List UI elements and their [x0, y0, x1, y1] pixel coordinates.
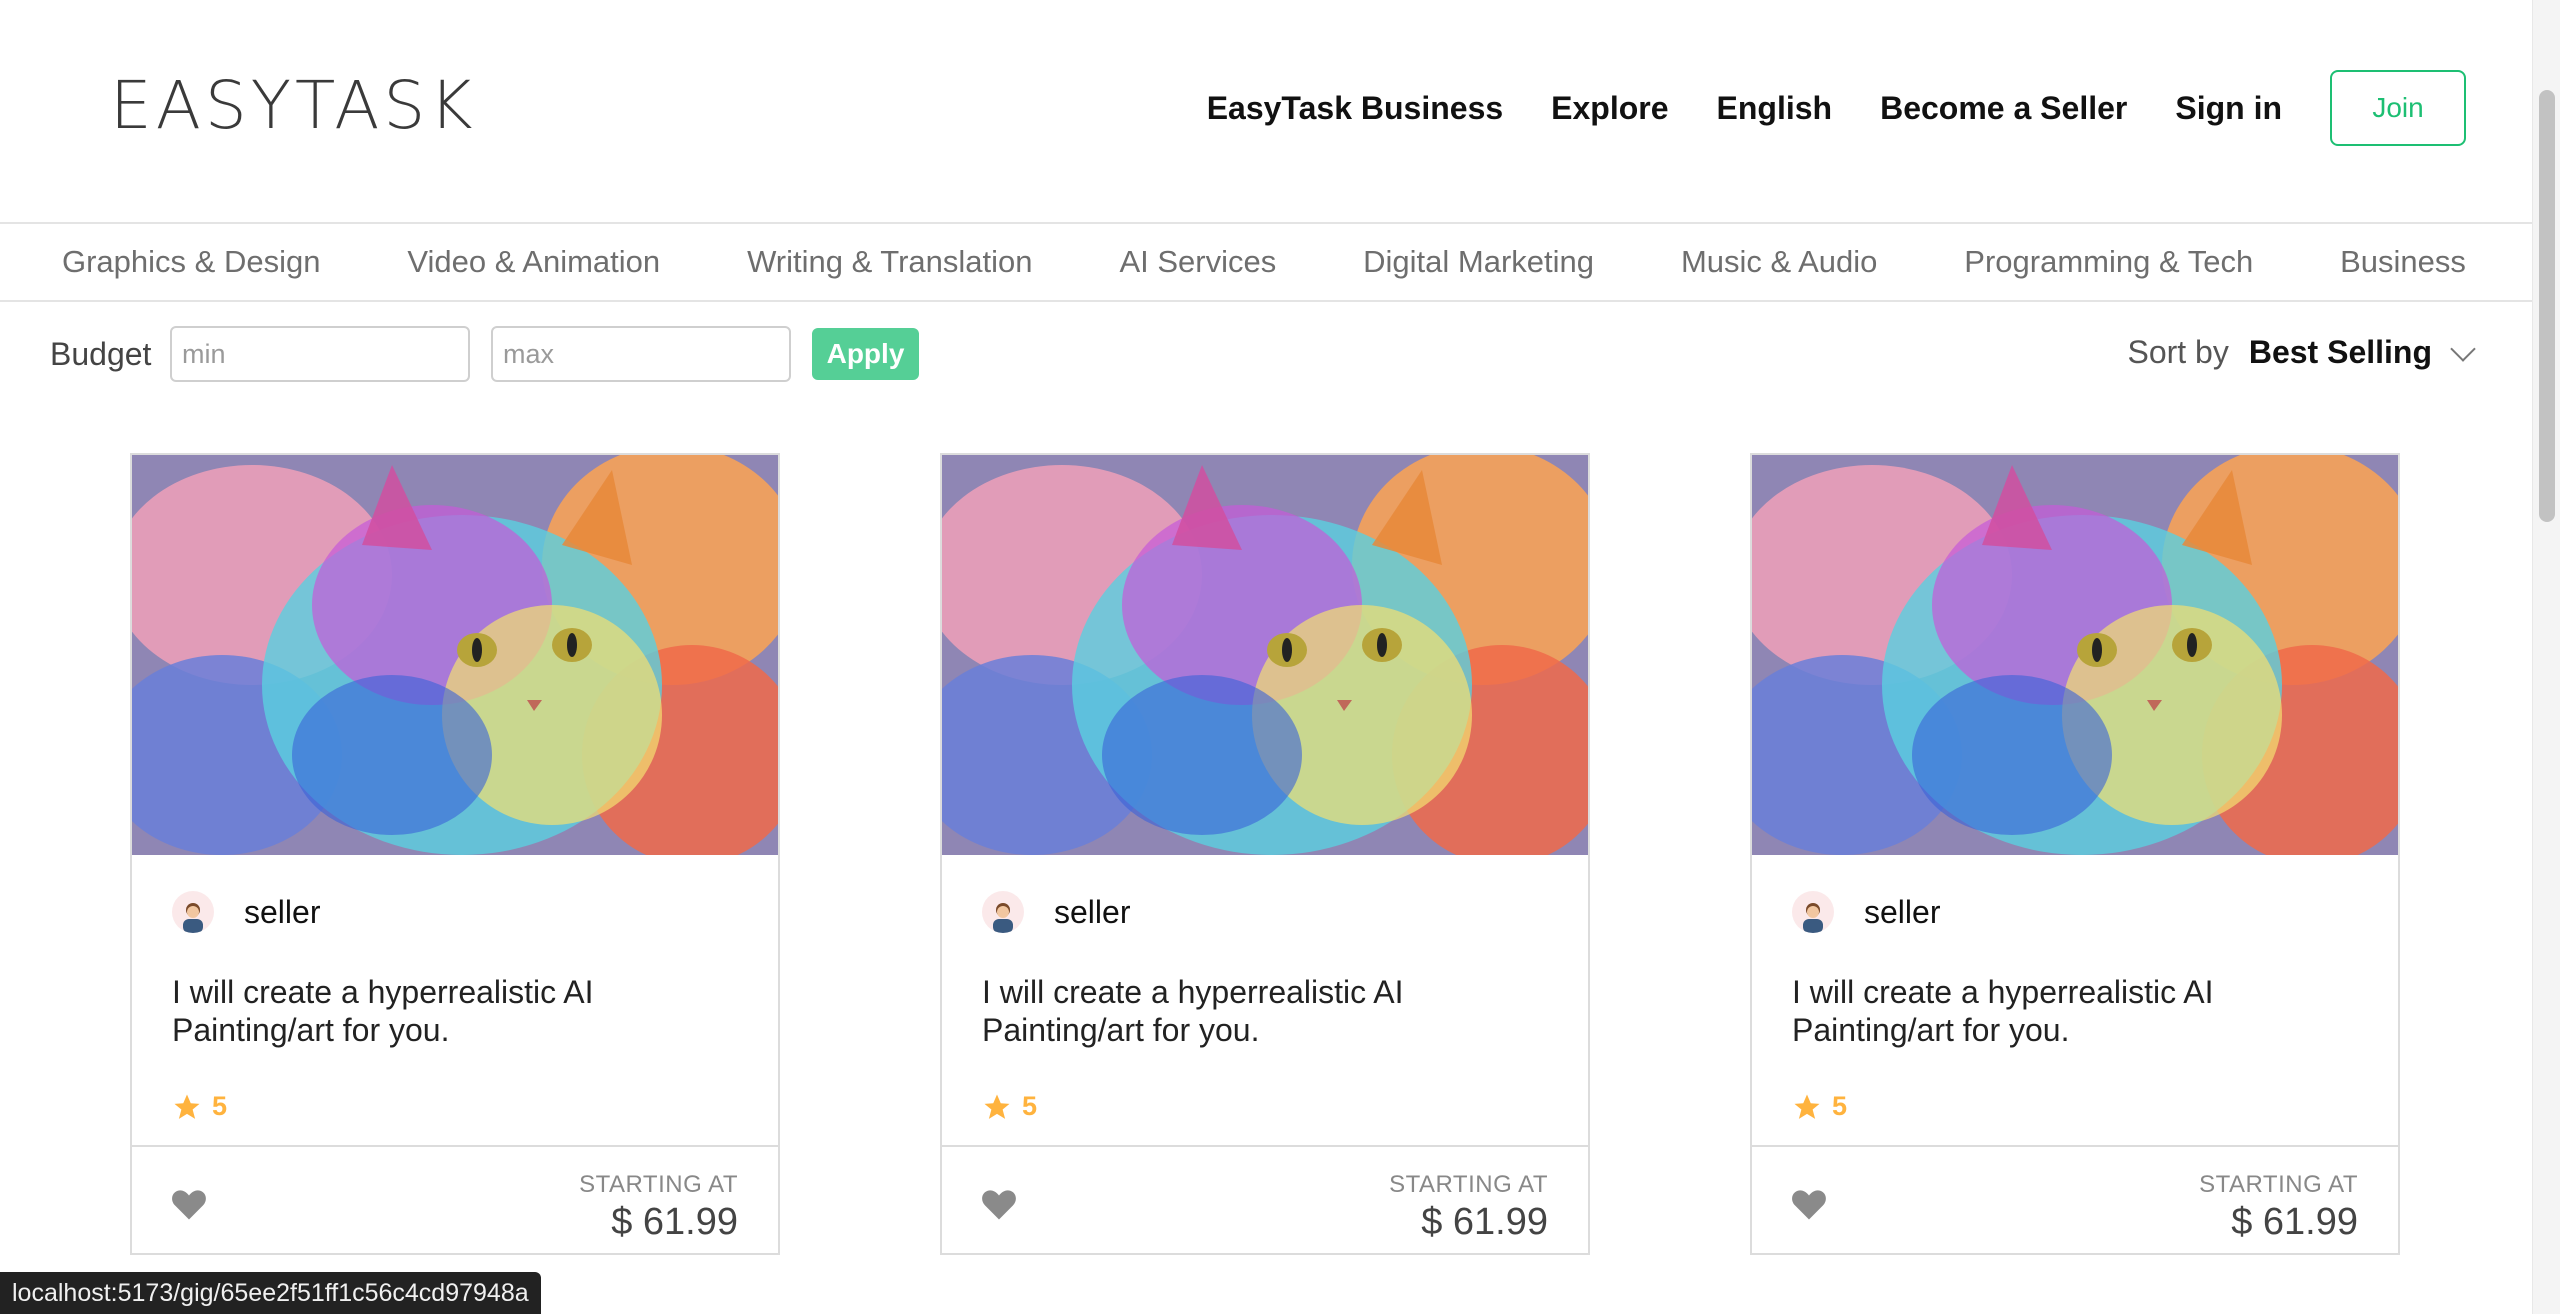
star-icon [174, 1094, 200, 1119]
seller-info[interactable]: seller [172, 891, 320, 933]
seller-name[interactable]: seller [244, 894, 320, 931]
gig-artwork [1752, 455, 2398, 855]
category-video-animation[interactable]: Video & Animation [407, 244, 660, 280]
sort-dropdown[interactable]: Sort by Best Selling [2127, 334, 2476, 371]
seller-info[interactable]: seller [982, 891, 1130, 933]
avatar[interactable] [172, 891, 214, 933]
apply-button[interactable]: Apply [812, 328, 919, 380]
gig-card[interactable]: seller I will create a hyperrealistic AI… [1750, 453, 2400, 1255]
starting-at-label: STARTING AT [579, 1171, 738, 1198]
category-digital-marketing[interactable]: Digital Marketing [1363, 244, 1594, 280]
nav-sign-in[interactable]: Sign in [2175, 90, 2282, 127]
starting-at-label: STARTING AT [2199, 1171, 2358, 1198]
gig-artwork [942, 455, 1588, 855]
gig-artwork [132, 455, 778, 855]
star-icon [1794, 1094, 1820, 1119]
card-footer: STARTING AT $ 61.99 [132, 1145, 778, 1253]
price-box: STARTING AT $ 61.99 [1389, 1171, 1548, 1244]
card-footer: STARTING AT $ 61.99 [942, 1145, 1588, 1253]
site-logo[interactable]: EASYTASK [110, 67, 477, 144]
seller-name[interactable]: seller [1054, 894, 1130, 931]
filter-bar: Budget Apply Sort by Best Selling [0, 318, 2532, 390]
rating-value: 5 [1832, 1091, 1848, 1121]
gig-title[interactable]: I will create a hyperrealistic AI Painti… [172, 973, 642, 1049]
rating: 5 [982, 1091, 1037, 1122]
seller-name[interactable]: seller [1864, 894, 1940, 931]
link-status-bar: localhost:5173/gig/65ee2f51ff1c56c4cd979… [0, 1272, 541, 1314]
page-scrollbar[interactable] [2532, 0, 2560, 1314]
heart-icon[interactable] [980, 1187, 1018, 1221]
gig-card[interactable]: seller I will create a hyperrealistic AI… [940, 453, 1590, 1255]
user-icon [183, 903, 203, 933]
budget-max-input[interactable] [491, 326, 791, 382]
gig-title[interactable]: I will create a hyperrealistic AI Painti… [1792, 973, 2262, 1049]
rating: 5 [172, 1091, 227, 1122]
category-programming-tech[interactable]: Programming & Tech [1964, 244, 2253, 280]
nav-become-seller[interactable]: Become a Seller [1880, 90, 2127, 127]
star-icon [984, 1094, 1010, 1119]
rating-value: 5 [1022, 1091, 1038, 1121]
gig-title[interactable]: I will create a hyperrealistic AI Painti… [982, 973, 1452, 1049]
heart-icon[interactable] [170, 1187, 208, 1221]
scrollbar-thumb[interactable] [2539, 90, 2555, 522]
avatar[interactable] [1792, 891, 1834, 933]
gig-image[interactable] [942, 455, 1588, 855]
nav-explore[interactable]: Explore [1551, 90, 1668, 127]
sort-label: Sort by [2127, 334, 2229, 370]
category-writing-translation[interactable]: Writing & Translation [747, 244, 1032, 280]
category-graphics-design[interactable]: Graphics & Design [62, 244, 320, 280]
top-nav: EasyTask Business Explore English Become… [1207, 70, 2466, 146]
logo-text: EASYTASK [110, 66, 477, 144]
nav-business[interactable]: EasyTask Business [1207, 90, 1503, 127]
price: $ 61.99 [1421, 1201, 1548, 1243]
price: $ 61.99 [2231, 1201, 2358, 1243]
sort-value[interactable]: Best Selling [2249, 334, 2432, 371]
category-ai-services[interactable]: AI Services [1119, 244, 1276, 280]
chevron-down-icon[interactable] [2450, 335, 2476, 362]
budget-label: Budget [50, 336, 152, 372]
category-music-audio[interactable]: Music & Audio [1681, 244, 1877, 280]
budget-min-input[interactable] [170, 326, 470, 382]
join-button[interactable]: Join [2330, 70, 2466, 146]
site-header: EASYTASK EasyTask Business Explore Engli… [0, 0, 2532, 222]
starting-at-label: STARTING AT [1389, 1171, 1548, 1198]
category-business[interactable]: Business [2340, 244, 2466, 280]
rating-value: 5 [212, 1091, 228, 1121]
user-icon [993, 903, 1013, 933]
nav-language[interactable]: English [1717, 90, 1833, 127]
gig-card[interactable]: seller I will create a hyperrealistic AI… [130, 453, 780, 1255]
heart-icon[interactable] [1790, 1187, 1828, 1221]
category-menu: Graphics & Design Video & Animation Writ… [0, 222, 2532, 302]
card-footer: STARTING AT $ 61.99 [1752, 1145, 2398, 1253]
user-icon [1803, 903, 1823, 933]
seller-info[interactable]: seller [1792, 891, 1940, 933]
gig-image[interactable] [132, 455, 778, 855]
gig-image[interactable] [1752, 455, 2398, 855]
avatar[interactable] [982, 891, 1024, 933]
price: $ 61.99 [611, 1201, 738, 1243]
price-box: STARTING AT $ 61.99 [2199, 1171, 2358, 1244]
price-box: STARTING AT $ 61.99 [579, 1171, 738, 1244]
rating: 5 [1792, 1091, 1847, 1122]
